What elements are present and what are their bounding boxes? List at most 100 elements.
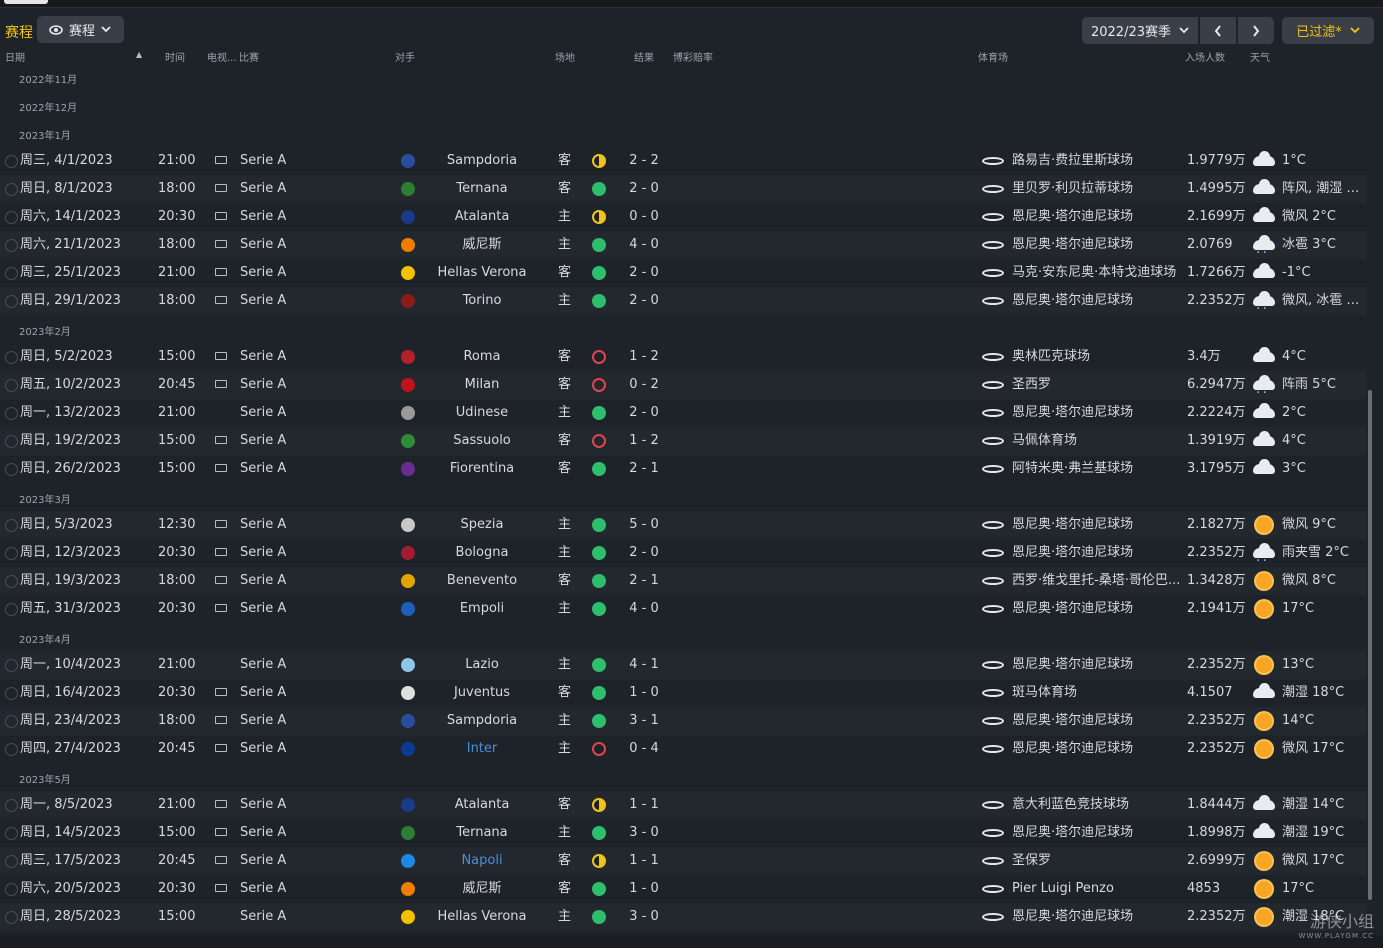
opponent-name[interactable]: Hellas Verona (418, 903, 546, 931)
match-score[interactable]: 1 - 1 (616, 847, 672, 875)
vertical-scrollbar[interactable] (1368, 390, 1372, 900)
fixture-row[interactable]: 周日, 19/3/2023 18:00 Serie A Benevento 客 2 - 1… (0, 567, 1366, 595)
fixture-row[interactable]: 周四, 27/4/2023 20:45 Serie A Inter 主 0 - 4 恩尼奥·… (0, 735, 1366, 763)
opponent-name[interactable]: Torino (418, 287, 546, 315)
competition-name[interactable]: Serie A (240, 903, 286, 931)
competition-name[interactable]: Serie A (240, 427, 286, 455)
match-score[interactable]: 5 - 0 (616, 511, 672, 539)
opponent-name[interactable]: Lazio (418, 651, 546, 679)
opponent-name[interactable]: Benevento (418, 567, 546, 595)
row-select-checkbox[interactable] (5, 883, 18, 896)
opponent-name[interactable]: Empoli (418, 595, 546, 623)
match-score[interactable]: 2 - 0 (616, 287, 672, 315)
opponent-name[interactable]: Juventus (418, 679, 546, 707)
match-score[interactable]: 2 - 0 (616, 175, 672, 203)
competition-name[interactable]: Serie A (240, 539, 286, 567)
match-score[interactable]: 1 - 2 (616, 343, 672, 371)
competition-name[interactable]: Serie A (240, 203, 286, 231)
column-header-odds[interactable]: 博彩赔率 (673, 49, 713, 64)
active-tab-indicator[interactable] (4, 0, 48, 4)
row-select-checkbox[interactable] (5, 659, 18, 672)
match-score[interactable]: 1 - 1 (616, 791, 672, 819)
row-select-checkbox[interactable] (5, 519, 18, 532)
fixture-row[interactable]: 周一, 13/2/2023 21:00 Serie A Udinese 主 2 - 0 恩尼… (0, 399, 1366, 427)
fixture-row[interactable]: 周日, 14/5/2023 15:00 Serie A Ternana 主 3 - 0 恩尼… (0, 819, 1366, 847)
column-header-result[interactable]: 结果 (634, 49, 654, 64)
fixture-row[interactable]: 周六, 20/5/2023 20:30 Serie A 威尼斯客 1 - 0 Pier L… (0, 875, 1366, 903)
fixture-row[interactable]: 周日, 5/3/2023 12:30 Serie A Spezia 主 5 - 0 恩尼奥·… (0, 511, 1366, 539)
match-score[interactable]: 2 - 1 (616, 455, 672, 483)
match-score[interactable]: 1 - 0 (616, 875, 672, 903)
row-select-checkbox[interactable] (5, 743, 18, 756)
opponent-name[interactable]: Atalanta (418, 203, 546, 231)
match-score[interactable]: 1 - 0 (616, 679, 672, 707)
column-header-venue[interactable]: 场地 (555, 49, 575, 64)
fixture-row[interactable]: 周三, 25/1/2023 21:00 Serie A Hellas Verona 客 2… (0, 259, 1366, 287)
match-score[interactable]: 1 - 2 (616, 427, 672, 455)
match-score[interactable]: 3 - 1 (616, 707, 672, 735)
competition-name[interactable]: Serie A (240, 259, 286, 287)
row-select-checkbox[interactable] (5, 547, 18, 560)
competition-name[interactable]: Serie A (240, 455, 286, 483)
competition-name[interactable]: Serie A (240, 371, 286, 399)
filter-dropdown-button[interactable]: 已过滤* (1282, 17, 1374, 44)
opponent-name[interactable]: Ternana (418, 819, 546, 847)
competition-name[interactable]: Serie A (240, 735, 286, 763)
column-header-weather[interactable]: 天气 (1250, 49, 1270, 64)
opponent-name[interactable]: Fiorentina (418, 455, 546, 483)
fixture-row[interactable]: 周六, 21/1/2023 18:00 Serie A 威尼斯主 4 - 0 恩尼奥·塔尔… (0, 231, 1366, 259)
column-header-competition[interactable]: 比赛 (239, 49, 259, 64)
match-score[interactable]: 2 - 0 (616, 259, 672, 287)
opponent-name[interactable]: Bologna (418, 539, 546, 567)
column-header-date[interactable]: 日期 (5, 49, 25, 64)
row-select-checkbox[interactable] (5, 379, 18, 392)
opponent-name[interactable]: Milan (418, 371, 546, 399)
row-select-checkbox[interactable] (5, 295, 18, 308)
row-select-checkbox[interactable] (5, 911, 18, 924)
opponent-name[interactable]: 威尼斯 (418, 231, 546, 259)
row-select-checkbox[interactable] (5, 855, 18, 868)
row-select-checkbox[interactable] (5, 155, 18, 168)
competition-name[interactable]: Serie A (240, 147, 286, 175)
next-season-button[interactable] (1238, 17, 1274, 44)
fixture-row[interactable]: 周日, 28/5/2023 15:00 Serie A Hellas Verona 主 3… (0, 903, 1366, 931)
opponent-name[interactable]: Sassuolo (418, 427, 546, 455)
fixture-row[interactable]: 周日, 29/1/2023 18:00 Serie A Torino 主 2 - 0 恩尼奥… (0, 287, 1366, 315)
competition-name[interactable]: Serie A (240, 175, 286, 203)
row-select-checkbox[interactable] (5, 183, 18, 196)
fixture-row[interactable]: 周三, 4/1/2023 21:00 Serie A Sampdoria 客 2 - 2 路… (0, 147, 1366, 175)
column-header-opponent[interactable]: 对手 (395, 49, 415, 64)
competition-name[interactable]: Serie A (240, 819, 286, 847)
competition-name[interactable]: Serie A (240, 679, 286, 707)
column-header-tv[interactable]: 电视... (207, 49, 237, 64)
opponent-name[interactable]: Roma (418, 343, 546, 371)
match-score[interactable]: 3 - 0 (616, 819, 672, 847)
season-dropdown-button[interactable]: 2022/23赛季 (1082, 17, 1198, 44)
competition-name[interactable]: Serie A (240, 343, 286, 371)
fixture-row[interactable]: 周三, 17/5/2023 20:45 Serie A Napoli 客 1 - 1 圣保罗… (0, 847, 1366, 875)
match-score[interactable]: 2 - 0 (616, 399, 672, 427)
competition-name[interactable]: Serie A (240, 399, 286, 427)
match-score[interactable]: 3 - 0 (616, 903, 672, 931)
match-score[interactable]: 4 - 0 (616, 231, 672, 259)
row-select-checkbox[interactable] (5, 211, 18, 224)
opponent-name[interactable]: Ternana (418, 175, 546, 203)
match-score[interactable]: 2 - 2 (616, 147, 672, 175)
row-select-checkbox[interactable] (5, 239, 18, 252)
column-header-attendance[interactable]: 入场人数 (1185, 49, 1225, 64)
fixture-row[interactable]: 周五, 31/3/2023 20:30 Serie A Empoli 主 4 - 0 恩尼奥… (0, 595, 1366, 623)
row-select-checkbox[interactable] (5, 687, 18, 700)
opponent-name[interactable]: Spezia (418, 511, 546, 539)
row-select-checkbox[interactable] (5, 603, 18, 616)
row-select-checkbox[interactable] (5, 407, 18, 420)
view-dropdown-button[interactable]: 赛程 (37, 16, 124, 43)
opponent-name[interactable]: Hellas Verona (418, 259, 546, 287)
row-select-checkbox[interactable] (5, 575, 18, 588)
fixture-row[interactable]: 周日, 26/2/2023 15:00 Serie A Fiorentina 客 2 - … (0, 455, 1366, 483)
row-select-checkbox[interactable] (5, 827, 18, 840)
row-select-checkbox[interactable] (5, 267, 18, 280)
fixture-row[interactable]: 周日, 19/2/2023 15:00 Serie A Sassuolo 客 1 - 2 马… (0, 427, 1366, 455)
fixture-row[interactable]: 周日, 12/3/2023 20:30 Serie A Bologna 主 2 - 0 恩尼… (0, 539, 1366, 567)
fixture-row[interactable]: 周一, 8/5/2023 21:00 Serie A Atalanta 客 1 - 1 意大… (0, 791, 1366, 819)
competition-name[interactable]: Serie A (240, 567, 286, 595)
